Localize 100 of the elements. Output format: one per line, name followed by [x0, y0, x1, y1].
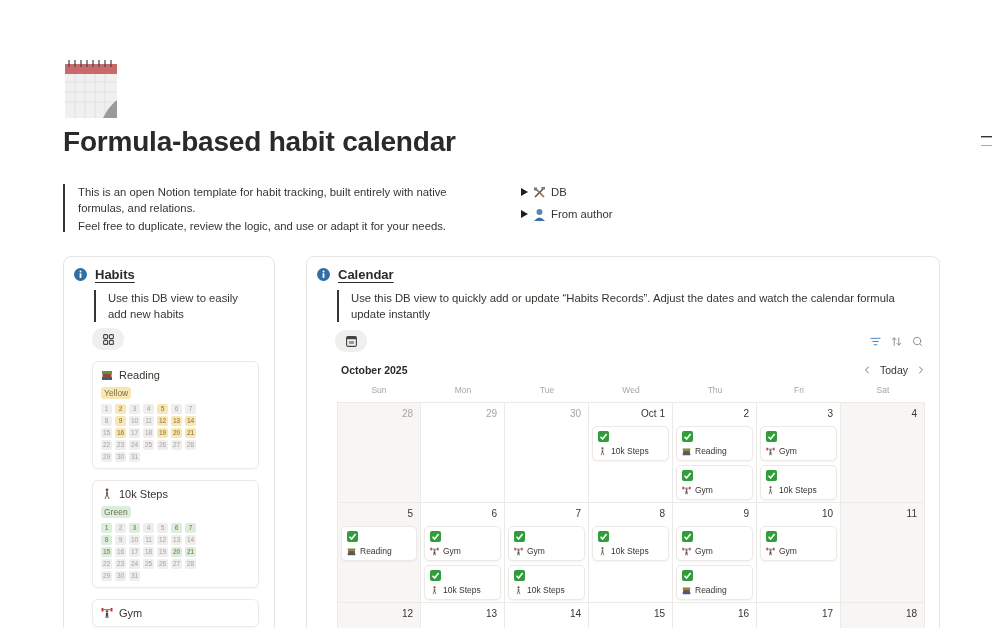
day-cell[interactable]: 7 Gym 10k Steps [505, 502, 589, 602]
habit-record-card[interactable]: Reading [676, 565, 753, 600]
day-cell[interactable]: Oct 1 10k Steps [589, 402, 673, 502]
day-cell[interactable]: 2 Reading Gym [673, 402, 757, 502]
toggle-label[interactable]: DB [551, 186, 567, 198]
date-number: 5 [407, 507, 414, 521]
habit-record-name: Gym [779, 446, 797, 456]
habit-color-tag: Green [101, 506, 131, 518]
habit-record-card[interactable]: Gym [676, 526, 753, 561]
habit-record-card[interactable]: 10k Steps [592, 426, 669, 461]
checkbox-checked-icon[interactable] [682, 431, 693, 442]
habit-record-name: Gym [527, 546, 545, 556]
day-cell[interactable]: 18 [841, 602, 925, 628]
habit-name: 10k Steps [119, 488, 168, 500]
day-cell[interactable]: 3 Gym 10k Steps [757, 402, 841, 502]
walking-person-icon [430, 585, 439, 595]
date-number: 12 [401, 607, 414, 621]
weightlifter-icon [101, 607, 113, 619]
date-number: 13 [485, 607, 498, 621]
habit-record-name: 10k Steps [443, 585, 481, 595]
checkbox-checked-icon[interactable] [682, 531, 693, 542]
date-number: 15 [653, 607, 666, 621]
habit-color-tag: Yellow [101, 387, 132, 399]
checkbox-checked-icon[interactable] [347, 531, 358, 542]
day-cell[interactable]: 14 [505, 602, 589, 628]
gallery-view-button[interactable] [92, 328, 124, 350]
toggle-triangle-icon[interactable] [521, 210, 528, 218]
date-number: 2 [743, 407, 750, 421]
weightlifter-icon [682, 546, 691, 556]
checkbox-checked-icon[interactable] [766, 431, 777, 442]
filter-icon [870, 335, 881, 347]
table-of-contents-icon[interactable] [981, 134, 992, 148]
habit-record-card[interactable]: Gym [760, 526, 837, 561]
checkbox-checked-icon[interactable] [514, 570, 525, 581]
weightlifter-icon [766, 546, 775, 556]
date-number: 16 [737, 607, 750, 621]
checkbox-checked-icon[interactable] [766, 531, 777, 542]
date-number: 29 [485, 407, 498, 421]
calendar-view-button[interactable] [335, 330, 367, 352]
walking-person-icon [766, 485, 775, 495]
books-icon [682, 446, 691, 456]
date-number: 7 [575, 507, 582, 521]
habit-record-card[interactable]: Gym [508, 526, 585, 561]
checkbox-checked-icon[interactable] [514, 531, 525, 542]
calendar-title-link[interactable]: Calendar [338, 267, 394, 282]
toggle-triangle-icon[interactable] [521, 188, 528, 196]
search-button[interactable] [912, 335, 923, 347]
habit-record-card[interactable]: Gym [760, 426, 837, 461]
habit-card[interactable]: Gym [92, 599, 259, 627]
search-icon [912, 335, 923, 347]
habit-record-card[interactable]: 10k Steps [424, 565, 501, 600]
habit-record-card[interactable]: Gym [424, 526, 501, 561]
checkbox-checked-icon[interactable] [766, 470, 777, 481]
sort-button[interactable] [891, 335, 902, 347]
checkbox-checked-icon[interactable] [598, 531, 609, 542]
intro-paragraph: Feel free to duplicate, review the logic, and use or adapt it for your needs. [78, 219, 447, 234]
habit-record-card[interactable]: 10k Steps [760, 465, 837, 500]
habit-record-name: Reading [695, 585, 727, 595]
checkbox-checked-icon[interactable] [430, 531, 441, 542]
calendar-note: Use this DB view to quickly add or update “Habits Records”. Adjust the dates and watch the calendar formula update instantly [337, 290, 921, 322]
habit-record-card[interactable]: Reading [341, 526, 417, 561]
books-icon [101, 369, 113, 381]
walking-person-icon [514, 585, 523, 595]
day-cell[interactable]: 9 Gym Reading [673, 502, 757, 602]
weightlifter-icon [682, 485, 691, 495]
intro-paragraph: This is an open Notion template for habit tracking, built entirely with native formulas, and relations. [78, 185, 448, 216]
weekday-label: Mon [453, 384, 473, 397]
habit-record-name: Reading [695, 446, 727, 456]
date-number: 11 [906, 507, 918, 521]
day-cell[interactable]: 15 [589, 602, 673, 628]
checkbox-checked-icon[interactable] [682, 570, 693, 581]
weightlifter-icon [514, 546, 523, 556]
day-cell[interactable]: 11 [841, 502, 925, 602]
habit-record-name: 10k Steps [611, 546, 649, 556]
day-cell[interactable]: 10 Gym [757, 502, 841, 602]
weekday-label: Wed [621, 384, 641, 397]
toggle-label[interactable]: From author [551, 208, 613, 220]
checkbox-checked-icon[interactable] [598, 431, 609, 442]
walking-person-icon [598, 546, 607, 556]
checkbox-checked-icon[interactable] [430, 570, 441, 581]
page-title: Formula-based habit calendar [63, 126, 456, 158]
habit-record-card[interactable]: Gym [676, 465, 753, 500]
weekday-label: Thu [706, 384, 724, 397]
calendar-page-icon [63, 58, 119, 120]
habits-title-link[interactable]: Habits [95, 267, 135, 282]
day-cell[interactable]: 13 [421, 602, 505, 628]
day-cell[interactable]: 17 [757, 602, 841, 628]
day-cell[interactable]: 16 [673, 602, 757, 628]
weekday-label: Tue [538, 384, 556, 397]
habit-record-card[interactable]: 10k Steps [592, 526, 669, 561]
day-cell[interactable]: 12 [337, 602, 421, 628]
filter-button[interactable] [870, 335, 881, 347]
day-cell[interactable]: 4 [841, 402, 925, 502]
habit-record-card[interactable]: 10k Steps [508, 565, 585, 600]
day-cell[interactable]: 5 Reading [337, 502, 421, 602]
day-cell[interactable]: 8 10k Steps [589, 502, 673, 602]
today-button[interactable]: Today [877, 364, 910, 376]
checkbox-checked-icon[interactable] [682, 470, 693, 481]
day-cell[interactable]: 6 Gym 10k Steps [421, 502, 505, 602]
habit-record-card[interactable]: Reading [676, 426, 753, 461]
